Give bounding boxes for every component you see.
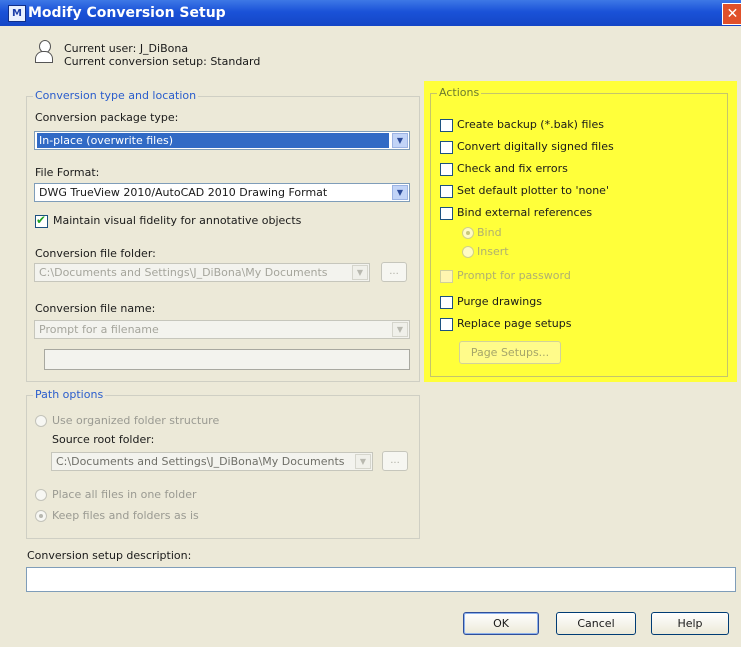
source-root-select[interactable]: C:\Documents and Settings\J_DiBona\My Do… <box>51 452 373 471</box>
prompt-password-checkbox[interactable] <box>440 270 453 283</box>
description-label: Conversion setup description: <box>27 549 192 562</box>
title-bar[interactable]: M Modify Conversion Setup <box>0 0 741 26</box>
organized-radio[interactable] <box>35 415 47 427</box>
source-root-label: Source root folder: <box>52 433 155 446</box>
chevron-down-icon[interactable]: ▼ <box>352 265 368 280</box>
folder-browse-button[interactable]: ... <box>381 262 407 282</box>
dialog-window: M Modify Conversion Setup ✕ Current user… <box>0 0 741 647</box>
file-name-select[interactable]: Prompt for a filename ▼ <box>34 320 410 339</box>
source-root-value: C:\Documents and Settings\J_DiBona\My Do… <box>56 455 345 468</box>
chevron-down-icon[interactable]: ▼ <box>392 185 408 200</box>
actions-group: Actions <box>430 86 728 377</box>
fidelity-checkbox[interactable] <box>35 213 48 228</box>
keep-files-label: Keep files and folders as is <box>52 509 199 522</box>
close-button[interactable]: ✕ <box>722 3 741 25</box>
file-name-input[interactable] <box>44 349 410 370</box>
user-icon <box>35 40 53 64</box>
replace-setups-label: Replace page setups <box>457 317 572 330</box>
purge-label: Purge drawings <box>457 295 542 308</box>
one-folder-label: Place all files in one folder <box>52 488 197 501</box>
app-icon: M <box>8 5 26 22</box>
current-setup-text: Current conversion setup: Standard <box>64 55 261 68</box>
check-errors-checkbox[interactable] <box>440 163 453 176</box>
insert-radio-label: Insert <box>477 245 509 258</box>
plotter-none-label: Set default plotter to 'none' <box>457 184 609 197</box>
folder-value: C:\Documents and Settings\J_DiBona\My Do… <box>39 266 328 279</box>
chevron-down-icon[interactable]: ▼ <box>392 133 408 148</box>
insert-radio[interactable] <box>462 246 474 258</box>
folder-label: Conversion file folder: <box>35 247 156 260</box>
organized-label: Use organized folder structure <box>52 414 220 427</box>
signed-files-checkbox[interactable] <box>440 141 453 154</box>
package-type-value: In-place (overwrite files) <box>37 133 389 148</box>
bind-xrefs-label: Bind external references <box>457 206 593 219</box>
file-format-select[interactable]: DWG TrueView 2010/AutoCAD 2010 Drawing F… <box>34 183 410 202</box>
fidelity-label: Maintain visual fidelity for annotative … <box>53 214 302 227</box>
ok-button[interactable]: OK <box>463 612 539 635</box>
source-root-browse-button[interactable]: ... <box>382 451 408 471</box>
window-title: Modify Conversion Setup <box>28 5 226 21</box>
actions-legend: Actions <box>437 86 482 99</box>
page-setups-button[interactable]: Page Setups... <box>459 341 561 364</box>
package-type-select[interactable]: In-place (overwrite files) ▼ <box>34 131 410 150</box>
file-name-value: Prompt for a filename <box>39 323 159 336</box>
keep-files-radio[interactable] <box>35 510 47 522</box>
bind-xrefs-checkbox[interactable] <box>440 207 453 220</box>
file-name-label: Conversion file name: <box>35 302 156 315</box>
chevron-down-icon[interactable]: ▼ <box>355 454 371 469</box>
folder-select[interactable]: C:\Documents and Settings\J_DiBona\My Do… <box>34 263 370 282</box>
prompt-password-label: Prompt for password <box>457 269 571 282</box>
conversion-group-legend: Conversion type and location <box>33 89 199 102</box>
cancel-button[interactable]: Cancel <box>556 612 636 635</box>
description-input[interactable] <box>26 567 736 592</box>
help-button[interactable]: Help <box>651 612 729 635</box>
file-format-label: File Format: <box>35 166 100 179</box>
backup-checkbox[interactable] <box>440 119 453 132</box>
bind-radio-label: Bind <box>477 226 502 239</box>
replace-setups-checkbox[interactable] <box>440 318 453 331</box>
plotter-none-checkbox[interactable] <box>440 185 453 198</box>
check-errors-label: Check and fix errors <box>457 162 568 175</box>
current-user-text: Current user: J_DiBona <box>64 42 189 55</box>
file-format-value: DWG TrueView 2010/AutoCAD 2010 Drawing F… <box>39 186 328 199</box>
bind-radio[interactable] <box>462 227 474 239</box>
path-options-legend: Path options <box>33 388 106 401</box>
signed-files-label: Convert digitally signed files <box>457 140 614 153</box>
backup-label: Create backup (*.bak) files <box>457 118 604 131</box>
package-type-label: Conversion package type: <box>35 111 179 124</box>
purge-checkbox[interactable] <box>440 296 453 309</box>
chevron-down-icon[interactable]: ▼ <box>392 322 408 337</box>
one-folder-radio[interactable] <box>35 489 47 501</box>
